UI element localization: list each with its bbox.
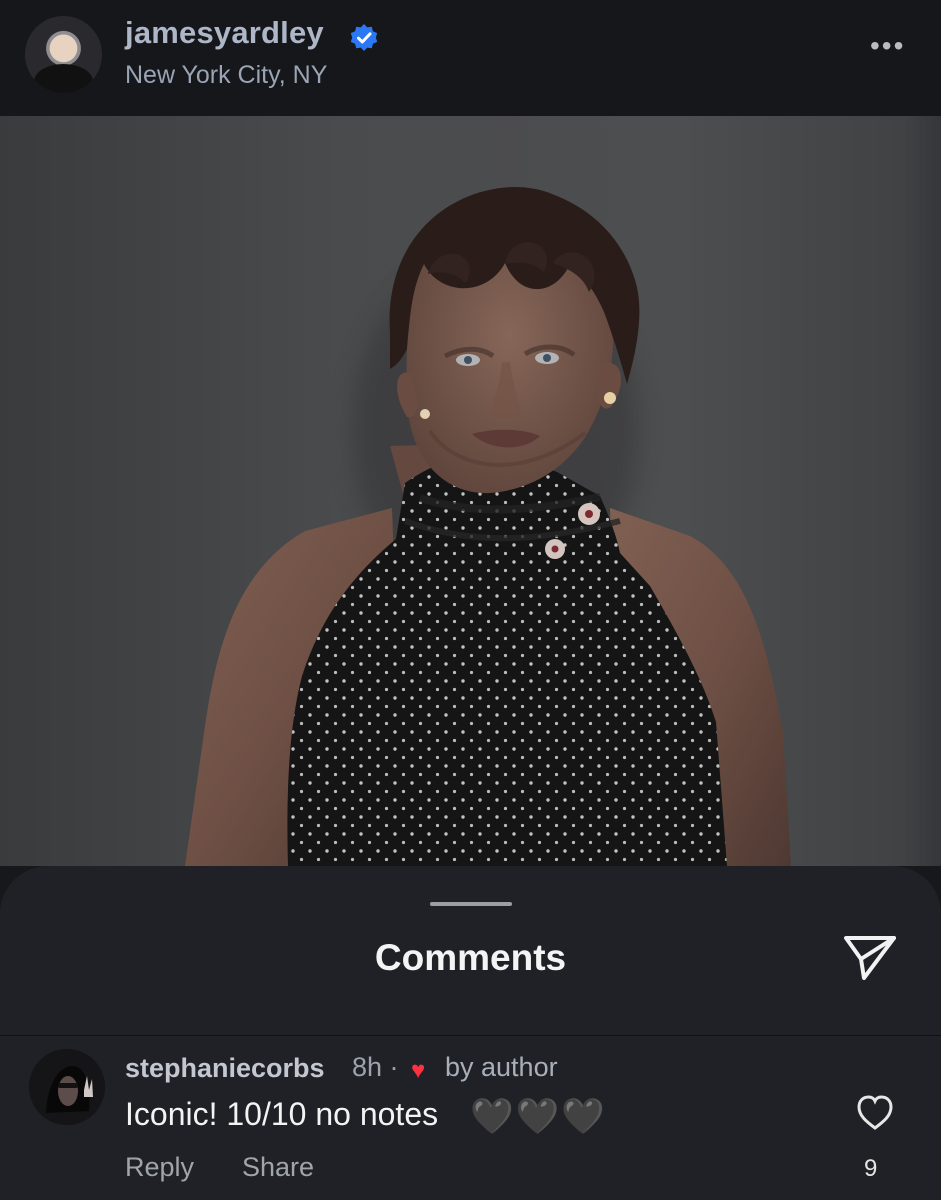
post-header: jamesyardley New York City, NY ••• <box>0 0 941 116</box>
comment-emoji: 🖤🖤🖤 <box>470 1097 607 1136</box>
sheet-drag-handle[interactable] <box>430 902 512 906</box>
author-like-heart-icon: ♥ <box>411 1057 426 1084</box>
profile-avatar[interactable] <box>25 16 102 93</box>
send-icon[interactable] <box>842 934 898 984</box>
share-button[interactable]: Share <box>242 1152 314 1183</box>
portrait-illustration <box>185 187 791 866</box>
liked-by-author-label: by author <box>445 1052 558 1082</box>
heart-outline-icon[interactable] <box>855 1094 895 1132</box>
post-photo[interactable] <box>0 116 941 866</box>
comments-divider <box>0 1035 941 1036</box>
comment-like-count: 9 <box>864 1155 878 1182</box>
more-options-icon[interactable]: ••• <box>870 30 905 62</box>
comment-username[interactable]: stephaniecorbs <box>125 1053 325 1084</box>
verified-badge-icon <box>350 24 378 51</box>
reply-button[interactable]: Reply <box>125 1152 194 1183</box>
commenter-avatar[interactable] <box>29 1049 105 1125</box>
comments-title: Comments <box>374 937 567 978</box>
comment-text: Iconic! 10/10 no notes <box>125 1096 439 1132</box>
post-location[interactable]: New York City, NY <box>125 61 327 90</box>
commenter-avatar-image <box>29 1049 105 1125</box>
comment-time: 8h · <box>352 1052 399 1082</box>
post-username[interactable]: jamesyardley <box>125 15 324 51</box>
comments-sheet: Comments stephaniecorbs 8h · ♥ by author… <box>0 866 941 1200</box>
